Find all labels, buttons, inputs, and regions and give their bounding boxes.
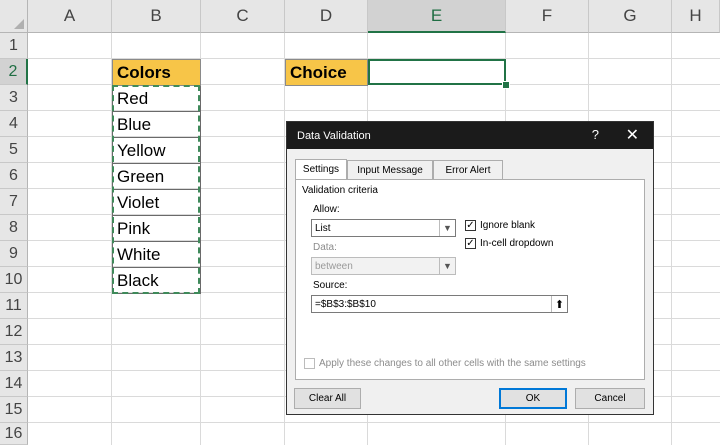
apply-all-checkbox bbox=[304, 358, 315, 369]
column-header-f[interactable]: F bbox=[506, 0, 589, 33]
tab-input-message[interactable]: Input Message bbox=[347, 160, 433, 180]
range-selector-icon[interactable]: ⬆ bbox=[551, 296, 567, 312]
data-label: Data: bbox=[313, 242, 337, 253]
cell-b2[interactable]: Colors bbox=[112, 59, 201, 86]
select-all-corner[interactable] bbox=[0, 0, 28, 33]
data-select-value: between bbox=[315, 260, 353, 272]
source-input[interactable]: =$B$3:$B$10 ⬆ bbox=[311, 295, 568, 313]
ok-button[interactable]: OK bbox=[499, 388, 567, 409]
cell-d2[interactable]: Choice bbox=[285, 59, 368, 86]
row-header-12[interactable]: 12 bbox=[0, 319, 28, 345]
row-header-15[interactable]: 15 bbox=[0, 397, 28, 423]
ignore-blank-label: Ignore blank bbox=[480, 220, 536, 231]
chevron-down-icon[interactable]: ▼ bbox=[439, 220, 455, 236]
source-input-value: =$B$3:$B$10 bbox=[315, 298, 376, 310]
row-header-13[interactable]: 13 bbox=[0, 345, 28, 371]
row-header-14[interactable]: 14 bbox=[0, 371, 28, 397]
row-header-6[interactable]: 6 bbox=[0, 163, 28, 189]
tab-error-alert[interactable]: Error Alert bbox=[433, 160, 503, 180]
row-header-11[interactable]: 11 bbox=[0, 293, 28, 319]
clear-all-button[interactable]: Clear All bbox=[294, 388, 361, 409]
row-header-16[interactable]: 16 bbox=[0, 423, 28, 445]
row-header-9[interactable]: 9 bbox=[0, 241, 28, 267]
allow-select[interactable]: List ▼ bbox=[311, 219, 456, 237]
row-header-8[interactable]: 8 bbox=[0, 215, 28, 241]
column-header-b[interactable]: B bbox=[112, 0, 201, 33]
data-validation-dialog: Data Validation ? ✕ Settings Input Messa… bbox=[286, 121, 654, 415]
incell-dropdown-label: In-cell dropdown bbox=[480, 238, 554, 249]
fill-handle[interactable] bbox=[502, 81, 510, 89]
row-header-5[interactable]: 5 bbox=[0, 137, 28, 163]
tab-settings[interactable]: Settings bbox=[295, 159, 347, 180]
help-icon[interactable]: ? bbox=[592, 127, 599, 142]
column-header-h[interactable]: H bbox=[672, 0, 720, 33]
incell-dropdown-checkbox[interactable]: ✓ bbox=[465, 238, 476, 249]
ignore-blank-checkbox[interactable]: ✓ bbox=[465, 220, 476, 231]
source-label: Source: bbox=[313, 280, 348, 291]
column-header-a[interactable]: A bbox=[28, 0, 112, 33]
column-header-e[interactable]: E bbox=[368, 0, 506, 33]
row-header-7[interactable]: 7 bbox=[0, 189, 28, 215]
copy-marquee bbox=[112, 85, 200, 294]
allow-label: Allow: bbox=[313, 204, 340, 215]
chevron-down-icon: ▼ bbox=[439, 258, 455, 274]
section-label: Validation criteria bbox=[302, 185, 378, 196]
column-header-d[interactable]: D bbox=[285, 0, 368, 33]
column-header-g[interactable]: G bbox=[589, 0, 672, 33]
active-cell-e2[interactable] bbox=[368, 59, 506, 85]
data-select: between ▼ bbox=[311, 257, 456, 275]
allow-select-value: List bbox=[315, 222, 331, 234]
apply-all-label: Apply these changes to all other cells w… bbox=[319, 358, 586, 369]
column-header-c[interactable]: C bbox=[201, 0, 285, 33]
row-header-4[interactable]: 4 bbox=[0, 111, 28, 137]
row-header-2[interactable]: 2 bbox=[0, 59, 28, 85]
gridline bbox=[28, 422, 720, 423]
gridline bbox=[671, 33, 672, 445]
row-header-1[interactable]: 1 bbox=[0, 33, 28, 59]
settings-panel bbox=[295, 179, 645, 380]
gridline bbox=[284, 33, 285, 445]
row-header-3[interactable]: 3 bbox=[0, 85, 28, 111]
row-header-10[interactable]: 10 bbox=[0, 267, 28, 293]
close-icon[interactable]: ✕ bbox=[626, 125, 639, 145]
cancel-button[interactable]: Cancel bbox=[575, 388, 645, 409]
